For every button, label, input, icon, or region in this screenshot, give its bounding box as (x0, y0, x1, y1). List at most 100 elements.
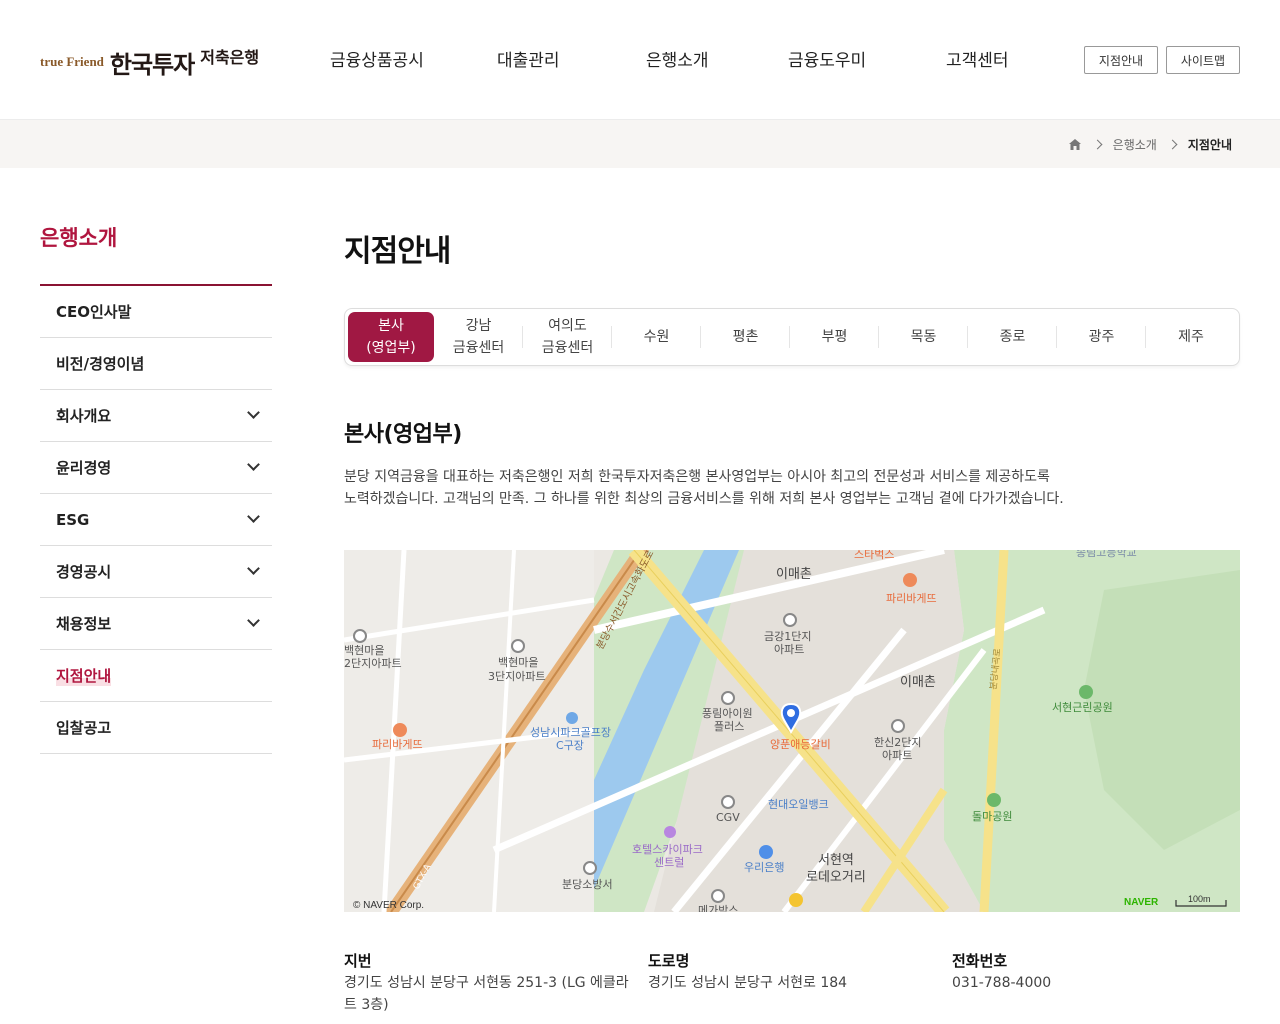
sidebar-item-ceo[interactable]: CEO인사말 (40, 286, 272, 338)
map-label: 백현마을 (498, 656, 538, 669)
tab-jeju[interactable]: 제주 (1146, 312, 1236, 362)
naver-logo: NAVER (1124, 897, 1159, 908)
sidebar-title: 은행소개 (40, 222, 272, 286)
breadcrumb-about[interactable]: 은행소개 (1113, 136, 1157, 153)
sidebar-item-label: 지점안내 (56, 665, 112, 686)
branch-tabs: 본사 (영업부) 강남금융센터 여의도금융센터 수원 평촌 부평 목동 종로 광주… (344, 308, 1240, 366)
info-road-label: 도로명 (648, 952, 690, 970)
sidebar-item-disclosure[interactable]: 경영공시 (40, 546, 272, 598)
sitemap-button[interactable]: 사이트맵 (1166, 46, 1240, 74)
map-label: 양푼애등갈비 (770, 737, 831, 751)
sidebar-item-label: 채용정보 (56, 615, 112, 633)
tab-label: 강남 (465, 318, 492, 334)
map-label: 스타벅스 (854, 550, 894, 561)
sidebar-item-label: 회사개요 (56, 407, 112, 425)
logo-korean: 한국투자 (109, 51, 195, 79)
tab-label: 여의도 (548, 318, 587, 334)
tab-suwon[interactable]: 수원 (612, 312, 701, 362)
nav-item-helper[interactable]: 금융도우미 (788, 46, 866, 71)
map-label: 메가박스 (698, 904, 738, 912)
map-label: 이매촌 (776, 567, 812, 582)
tab-gangnam[interactable]: 강남금융센터 (434, 312, 523, 362)
map-scale-label: 100m (1188, 894, 1211, 904)
map-label: CGV (716, 811, 740, 824)
nav-item-about[interactable]: 은행소개 (646, 46, 709, 71)
info-road: 도로명 경기도 성남시 분당구 서현로 184 (648, 950, 938, 994)
tab-pyeongchon[interactable]: 평촌 (701, 312, 790, 362)
sidebar-item-label: CEO인사말 (56, 303, 132, 321)
tab-mokdong[interactable]: 목동 (879, 312, 968, 362)
map-label: 이매촌 (900, 675, 936, 690)
branch-guide-button[interactable]: 지점안내 (1084, 46, 1158, 74)
map-canvas[interactable]: 스타벅스 송림고등학교 이매촌 파리바게뜨 금강1단지 아파트 이매촌 서현근린… (344, 550, 1240, 912)
chevron-right-icon (1092, 139, 1103, 150)
map-label: 호텔스카이파크 (632, 843, 703, 856)
sidebar-item-label: ESG (56, 510, 90, 529)
info-phone: 전화번호 031-788-4000 (952, 950, 1242, 994)
tab-bupyeong[interactable]: 부평 (790, 312, 879, 362)
map-label: 한신2단지 (874, 736, 921, 749)
sidebar-item-branches[interactable]: 지점안내 (40, 650, 272, 702)
sidebar-item-bidding[interactable]: 입찰공고 (40, 702, 272, 754)
map-label: 아파트 (882, 749, 912, 762)
map-label: 센트럴 (654, 856, 684, 869)
map-label: 로데오거리 (806, 870, 866, 885)
map-label: 2단지아파트 (344, 657, 402, 670)
chevron-down-icon[interactable] (247, 458, 260, 471)
chevron-down-icon[interactable] (247, 510, 260, 523)
chevron-right-icon (1167, 139, 1178, 150)
map-label: 백현마을 (344, 644, 384, 657)
sidebar: 은행소개 CEO인사말 비전/경영이념 회사개요 윤리경영 ESG 경영공시 채… (40, 222, 272, 754)
map-label: 플러스 (714, 720, 744, 733)
sidebar-item-overview[interactable]: 회사개요 (40, 390, 272, 442)
tab-jongno[interactable]: 종로 (968, 312, 1057, 362)
info-jibun-value: 경기도 성남시 분당구 서현동 251-3 (LG 에클라트 3층) (344, 975, 629, 1013)
nav-item-products[interactable]: 금융상품공시 (330, 46, 424, 71)
tab-label: 평촌 (732, 329, 759, 345)
chevron-down-icon[interactable] (247, 406, 260, 419)
tab-yeouido[interactable]: 여의도금융센터 (523, 312, 612, 362)
tab-label: 수원 (643, 329, 670, 345)
nav-item-loans[interactable]: 대출관리 (497, 46, 560, 71)
logo-sub: 저축은행 (200, 48, 260, 67)
chevron-down-icon[interactable] (247, 562, 260, 575)
main-content: 지점안내 본사 (영업부) 강남금융센터 여의도금융센터 수원 평촌 부평 목동 … (344, 222, 1240, 912)
tab-label: (영업부) (366, 340, 416, 356)
sidebar-item-label: 비전/경영이념 (56, 355, 145, 373)
breadcrumb-band: 은행소개 지점안내 (0, 120, 1280, 168)
tab-headquarters[interactable]: 본사 (영업부) (348, 312, 434, 362)
map-label: 풍림아이원 (702, 707, 753, 720)
sidebar-item-careers[interactable]: 채용정보 (40, 598, 272, 650)
page-title: 지점안내 (344, 234, 451, 269)
tab-label: 제주 (1178, 329, 1204, 345)
map-label: 돌마공원 (972, 810, 1012, 823)
tab-gwangju[interactable]: 광주 (1057, 312, 1146, 362)
sidebar-item-label: 윤리경영 (56, 459, 112, 477)
sidebar-item-vision[interactable]: 비전/경영이념 (40, 338, 272, 390)
info-jibun-label: 지번 (344, 952, 372, 970)
map-label: 현대오일뱅크 (768, 797, 829, 811)
branch-map[interactable]: 스타벅스 송림고등학교 이매촌 파리바게뜨 금강1단지 아파트 이매촌 서현근린… (344, 550, 1240, 912)
chevron-down-icon[interactable] (247, 614, 260, 627)
map-label: 성남시파크골프장 (530, 726, 611, 739)
tab-label: 본사 (378, 318, 404, 334)
tab-label: 금융센터 (541, 340, 594, 356)
tab-label: 금융센터 (452, 340, 505, 356)
sidebar-item-label: 경영공시 (56, 563, 112, 581)
breadcrumb: 은행소개 지점안내 (1068, 136, 1232, 153)
map-label: 3단지아파트 (488, 670, 546, 683)
info-phone-value[interactable]: 031-788-4000 (952, 972, 1242, 994)
main-nav: 금융상품공시 대출관리 은행소개 금융도우미 고객센터 (300, 46, 1060, 72)
sidebar-item-ethics[interactable]: 윤리경영 (40, 442, 272, 494)
map-label: 파리바게뜨 (372, 738, 423, 751)
branch-description-line: 분당 지역금융을 대표하는 저축은행인 저희 한국투자저축은행 본사영업부는 아… (344, 469, 1050, 485)
logo[interactable]: true Friend 한국투자 저축은행 (40, 40, 259, 80)
map-label: 분당소방서 (562, 878, 613, 891)
map-label: 서현역 (818, 853, 854, 868)
branch-description-line: 노력하겠습니다. 고객님의 만족. 그 하나를 위한 최상의 금융서비스를 위해… (344, 491, 1064, 507)
sidebar-item-esg[interactable]: ESG (40, 494, 272, 546)
home-icon[interactable] (1068, 138, 1082, 151)
info-road-value: 경기도 성남시 분당구 서현로 184 (648, 975, 848, 991)
nav-item-customer[interactable]: 고객센터 (946, 46, 1009, 71)
site-header: true Friend 한국투자 저축은행 금융상품공시 대출관리 은행소개 금… (0, 0, 1280, 120)
